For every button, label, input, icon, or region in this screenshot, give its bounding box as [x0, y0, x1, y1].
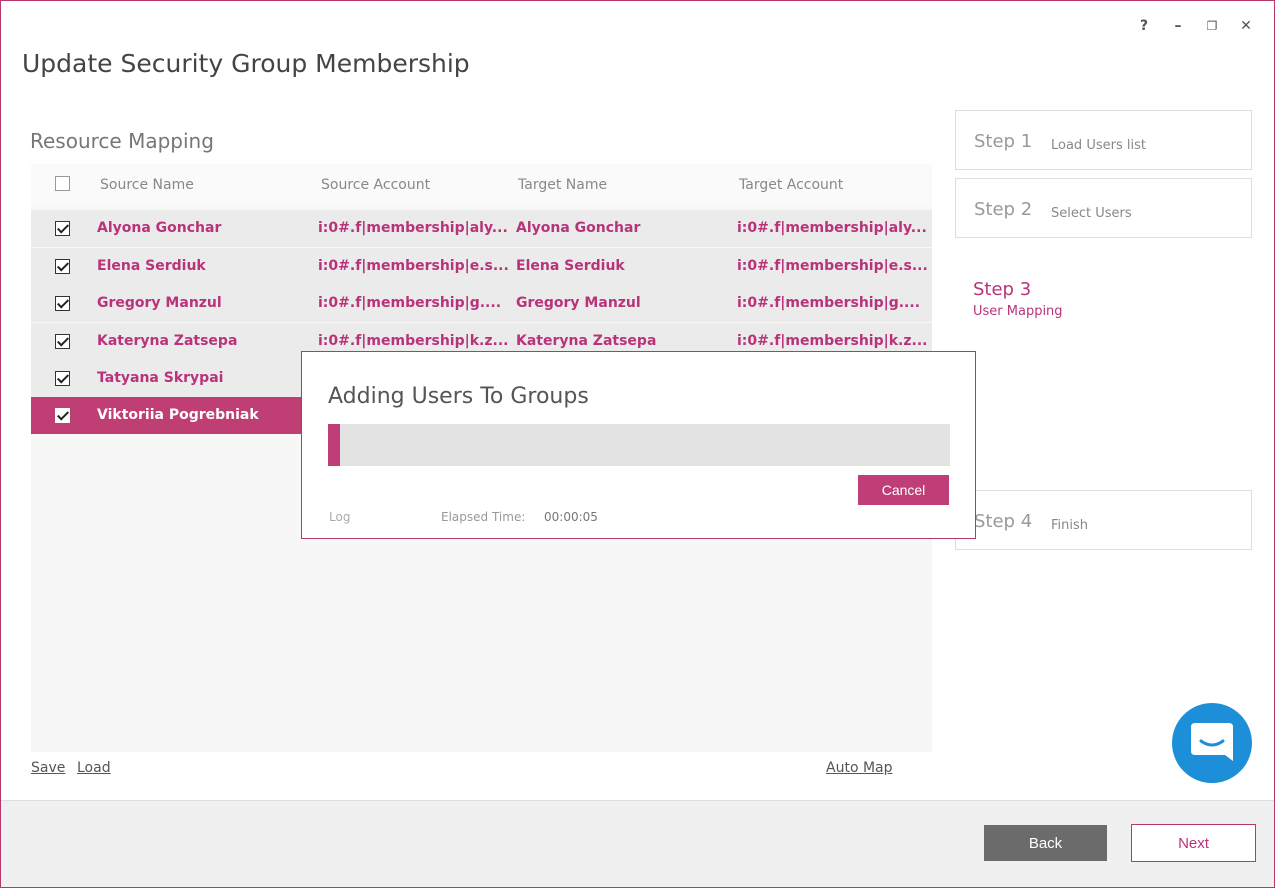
chat-widget[interactable]: [1172, 703, 1252, 783]
source-account-cell: i:0#.f|membership|aly...: [318, 220, 508, 236]
chat-icon: [1191, 723, 1233, 761]
row-checkbox[interactable]: [55, 296, 70, 311]
next-button[interactable]: Next: [1131, 824, 1256, 862]
target-name-cell: Alyona Gonchar: [516, 220, 641, 236]
row-checkbox[interactable]: [55, 371, 70, 386]
row-checkbox[interactable]: [55, 334, 70, 349]
target-account-cell: i:0#.f|membership|k.z...: [737, 333, 927, 349]
footer-bar: Back Next: [1, 800, 1274, 887]
app-window: ? – ❐ ✕ Update Security Group Membership…: [0, 0, 1275, 888]
section-title: Resource Mapping: [30, 129, 214, 153]
step-number: Step 2: [974, 199, 1033, 220]
select-all-checkbox[interactable]: [55, 176, 70, 191]
step-label: Finish: [1051, 518, 1089, 533]
source-name-cell: Gregory Manzul: [97, 295, 222, 311]
grid-header: Source Name Source Account Target Name T…: [31, 164, 932, 207]
column-target-account[interactable]: Target Account: [739, 177, 843, 193]
target-account-cell: i:0#.f|membership|g....: [737, 295, 921, 311]
table-row[interactable]: Alyona Gonchar i:0#.f|membership|aly... …: [31, 210, 932, 247]
source-account-cell: i:0#.f|membership|g....: [318, 295, 502, 311]
column-target-name[interactable]: Target Name: [518, 177, 607, 193]
help-icon[interactable]: ?: [1134, 15, 1154, 37]
row-checkbox[interactable]: [55, 259, 70, 274]
target-name-cell: Kateryna Zatsepa: [516, 333, 657, 349]
elapsed-time-label: Elapsed Time:: [441, 510, 526, 524]
log-link[interactable]: Log: [329, 510, 350, 524]
step-label: User Mapping: [973, 304, 1063, 319]
source-account-cell: i:0#.f|membership|k.z...: [318, 333, 508, 349]
column-source-name[interactable]: Source Name: [100, 177, 194, 193]
back-button[interactable]: Back: [984, 825, 1107, 861]
dialog-title: Adding Users To Groups: [328, 384, 589, 409]
source-name-cell: Viktoriia Pogrebniak: [97, 407, 259, 423]
step-2[interactable]: Step 2 Select Users: [955, 178, 1252, 238]
source-name-cell: Alyona Gonchar: [97, 220, 222, 236]
source-name-cell: Tatyana Skrypai: [97, 370, 224, 386]
source-name-cell: Elena Serdiuk: [97, 258, 206, 274]
step-3-active[interactable]: Step 3 User Mapping: [973, 279, 1063, 319]
step-4[interactable]: Step 4 Finish: [955, 490, 1252, 550]
close-icon[interactable]: ✕: [1236, 15, 1256, 37]
cancel-button[interactable]: Cancel: [858, 475, 949, 505]
source-name-cell: Kateryna Zatsepa: [97, 333, 238, 349]
target-name-cell: Elena Serdiuk: [516, 258, 625, 274]
table-row[interactable]: Elena Serdiuk i:0#.f|membership|e.s... E…: [31, 248, 932, 285]
step-label: Load Users list: [1051, 138, 1146, 153]
table-row[interactable]: Gregory Manzul i:0#.f|membership|g.... G…: [31, 285, 932, 322]
row-checkbox[interactable]: [55, 408, 70, 423]
step-1[interactable]: Step 1 Load Users list: [955, 110, 1252, 170]
auto-map-link[interactable]: Auto Map: [826, 760, 893, 776]
restore-icon[interactable]: ❐: [1202, 15, 1222, 37]
source-account-cell: i:0#.f|membership|e.s...: [318, 258, 508, 274]
row-checkbox[interactable]: [55, 221, 70, 236]
load-link[interactable]: Load: [77, 760, 111, 776]
target-account-cell: i:0#.f|membership|e.s...: [737, 258, 927, 274]
page-title: Update Security Group Membership: [22, 49, 470, 78]
elapsed-time-value: 00:00:05: [544, 510, 598, 524]
step-label: Select Users: [1051, 206, 1132, 221]
step-number: Step 3: [973, 279, 1032, 300]
window-controls: ? – ❐ ✕: [1134, 15, 1256, 37]
column-source-account[interactable]: Source Account: [321, 177, 430, 193]
save-link[interactable]: Save: [31, 760, 65, 776]
progress-fill: [328, 424, 341, 466]
step-number: Step 1: [974, 131, 1033, 152]
progress-dialog: Adding Users To Groups Cancel Log Elapse…: [301, 351, 976, 539]
step-number: Step 4: [974, 511, 1033, 532]
target-name-cell: Gregory Manzul: [516, 295, 641, 311]
target-account-cell: i:0#.f|membership|aly...: [737, 220, 927, 236]
minimize-icon[interactable]: –: [1168, 15, 1188, 37]
progress-bar: [328, 424, 950, 466]
